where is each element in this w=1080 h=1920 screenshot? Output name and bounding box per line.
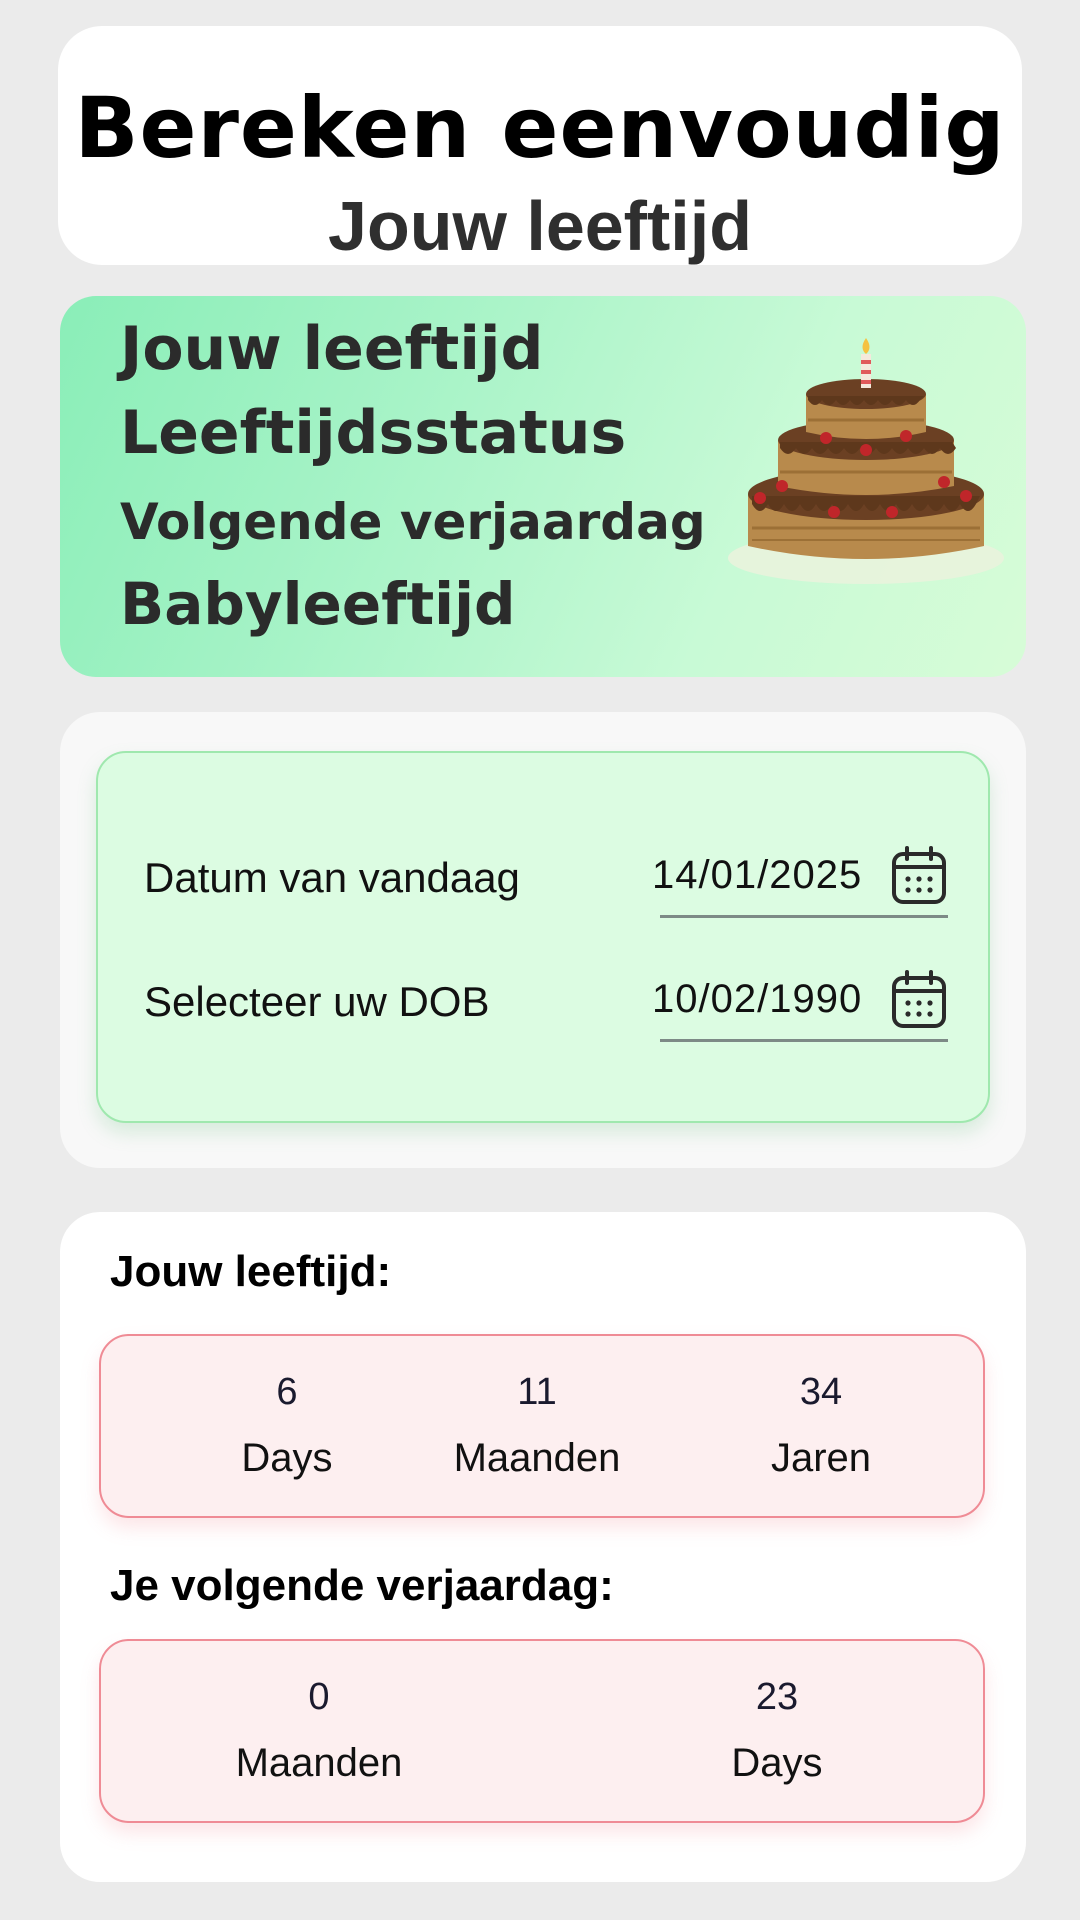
next-days-value: 23 xyxy=(755,1676,799,1718)
age-months-label: Maanden xyxy=(453,1436,621,1480)
calendar-icon[interactable] xyxy=(890,969,948,1031)
age-years: 34 Jaren xyxy=(691,1370,951,1482)
banner-line-age: Jouw leeftijd xyxy=(120,314,544,384)
dob-value: 10/02/1990 xyxy=(652,977,863,1021)
age-months: 11 Maanden xyxy=(407,1370,667,1482)
feature-banner: Jouw leeftijd Leeftijdsstatus Volgende v… xyxy=(60,296,1026,677)
date-input-panel: Datum van vandaag 14/01/2025 Selecteer u… xyxy=(96,751,990,1123)
age-years-value: 34 xyxy=(799,1371,843,1413)
header-card: Bereken eenvoudig Jouw leeftijd xyxy=(58,26,1022,265)
today-date-field[interactable]: 14/01/2025 xyxy=(652,831,948,918)
age-result-box: 6 Days 11 Maanden 34 Jaren xyxy=(99,1334,985,1518)
date-input-card: Datum van vandaag 14/01/2025 Selecteer u… xyxy=(60,712,1026,1168)
age-months-value: 11 xyxy=(517,1371,557,1413)
app-title: Bereken eenvoudig xyxy=(74,79,1006,177)
dob-field[interactable]: 10/02/1990 xyxy=(652,955,948,1042)
age-days: 6 Days xyxy=(157,1370,417,1482)
today-date-label: Datum van vandaag xyxy=(144,854,520,901)
next-birthday-title: Je volgende verjaardag: xyxy=(110,1561,614,1610)
next-months: 0 Maanden xyxy=(189,1675,449,1787)
age-days-label: Days xyxy=(241,1436,333,1480)
banner-line-baby-age: Babyleeftijd xyxy=(120,570,516,638)
age-section-title: Jouw leeftijd: xyxy=(110,1247,392,1296)
age-days-value: 6 xyxy=(276,1371,298,1413)
app-subtitle: Jouw leeftijd xyxy=(328,187,752,265)
age-years-label: Jaren xyxy=(770,1436,872,1480)
birthday-cake-icon xyxy=(728,338,1004,584)
next-months-value: 0 xyxy=(308,1676,330,1718)
calendar-icon[interactable] xyxy=(890,845,948,907)
results-card: Jouw leeftijd: 6 Days 11 Maanden 34 Jare… xyxy=(60,1212,1026,1882)
next-birthday-box: 0 Maanden 23 Days xyxy=(99,1639,985,1823)
banner-line-status: Leeftijdsstatus xyxy=(120,398,627,468)
next-months-label: Maanden xyxy=(235,1741,403,1785)
next-days: 23 Days xyxy=(647,1675,907,1787)
today-date-value: 14/01/2025 xyxy=(652,853,863,897)
banner-line-next-birthday: Volgende verjaardag xyxy=(120,493,706,551)
dob-label: Selecteer uw DOB xyxy=(144,978,490,1025)
next-days-label: Days xyxy=(731,1741,823,1785)
